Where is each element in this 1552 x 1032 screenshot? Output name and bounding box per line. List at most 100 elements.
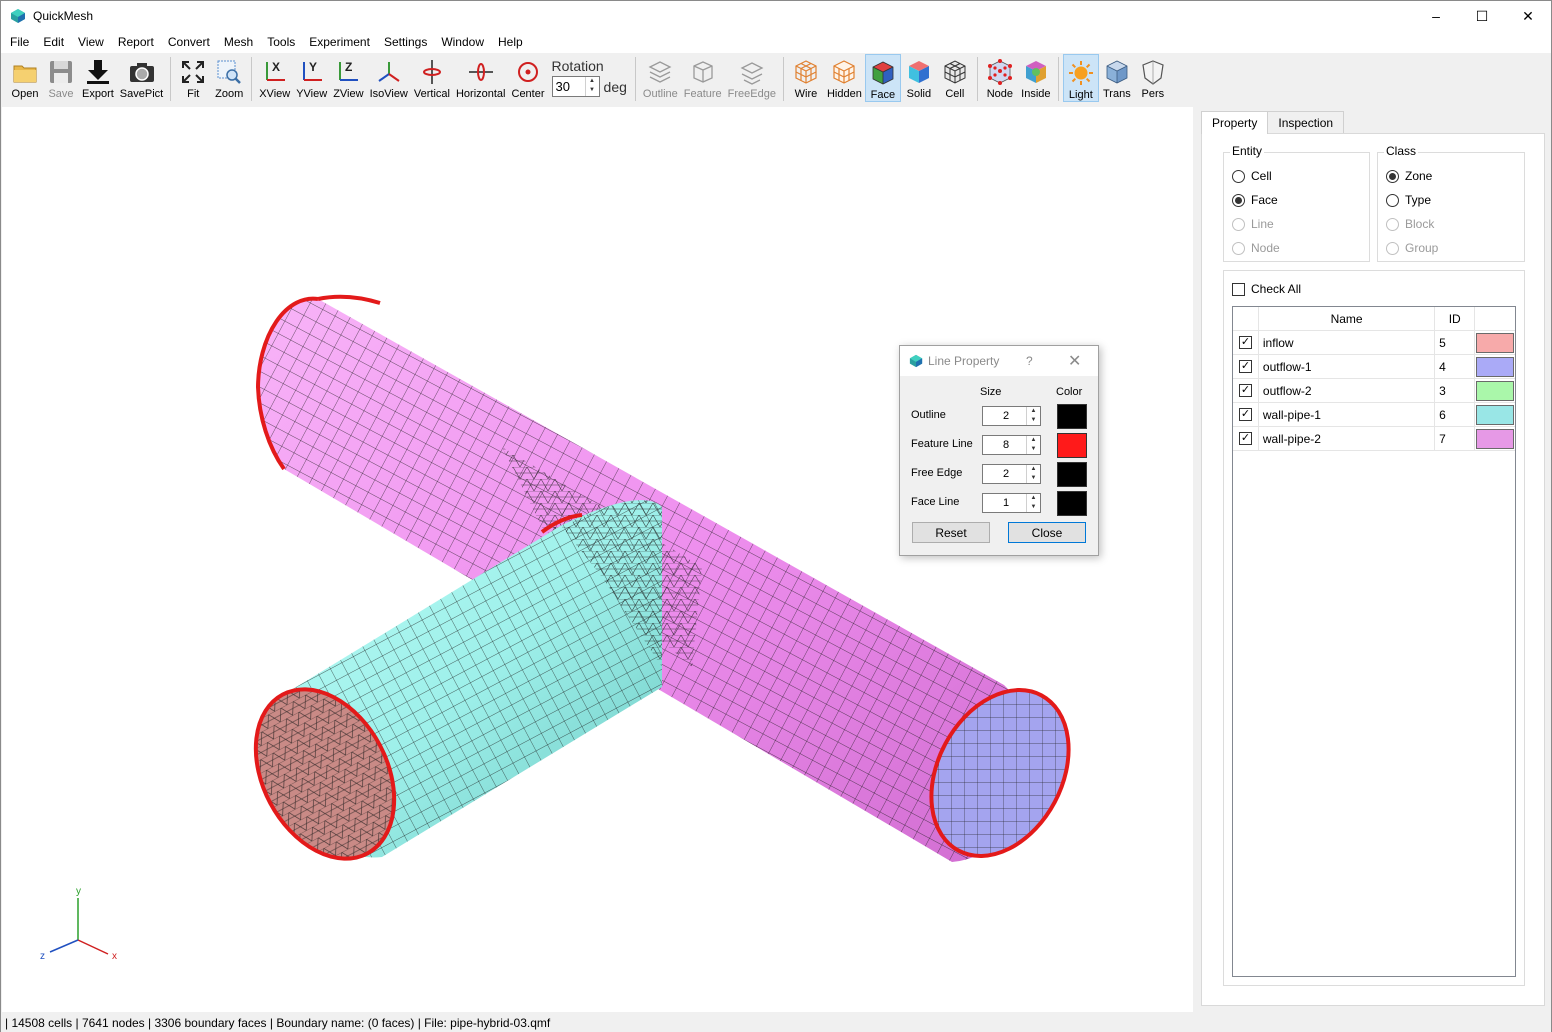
class-type-radio[interactable]: Type [1386, 193, 1431, 207]
zone-color-swatch[interactable] [1476, 429, 1514, 449]
table-row[interactable]: ✓ outflow-2 3 [1233, 379, 1515, 403]
cell-button[interactable]: Cell [937, 54, 973, 102]
spin-down-icon[interactable]: ▼ [1031, 474, 1037, 483]
menu-experiment[interactable]: Experiment [302, 31, 377, 53]
spin-down-icon[interactable]: ▼ [1031, 445, 1037, 454]
menu-mesh[interactable]: Mesh [217, 31, 260, 53]
hidden-button[interactable]: Hidden [824, 54, 865, 102]
checkbox-checked-icon[interactable]: ✓ [1238, 360, 1252, 373]
wire-cube-icon [795, 60, 817, 84]
menu-convert[interactable]: Convert [161, 31, 217, 53]
menu-tools[interactable]: Tools [260, 31, 302, 53]
maximize-button[interactable]: ☐ [1459, 1, 1505, 31]
freeedge-button[interactable]: FreeEdge [725, 54, 779, 102]
open-button[interactable]: Open [7, 54, 43, 102]
menu-window[interactable]: Window [434, 31, 491, 53]
spin-up-icon[interactable]: ▲ [1031, 465, 1037, 474]
entity-face-radio[interactable]: Face [1232, 193, 1278, 207]
wire-button[interactable]: Wire [788, 54, 824, 102]
spin-up-icon[interactable]: ▲ [589, 77, 595, 86]
entity-cell-radio[interactable]: Cell [1232, 169, 1272, 183]
checkbox-checked-icon[interactable]: ✓ [1238, 432, 1252, 445]
minimize-button[interactable]: – [1413, 1, 1459, 31]
menu-file[interactable]: File [3, 31, 36, 53]
center-rotate-icon [518, 62, 539, 82]
checkbox-checked-icon[interactable]: ✓ [1238, 384, 1252, 397]
check-all-checkbox[interactable]: Check All [1232, 282, 1301, 296]
zone-list-group: Check All Name ID ✓ inflow 5 ✓ outflow-1… [1223, 270, 1525, 986]
xview-button[interactable]: X XView [256, 54, 293, 102]
table-row[interactable]: ✓ inflow 5 [1233, 331, 1515, 355]
checkbox-checked-icon[interactable]: ✓ [1238, 336, 1252, 349]
feature-button[interactable]: Feature [681, 54, 725, 102]
spin-up-icon[interactable]: ▲ [1031, 436, 1037, 445]
zone-color-swatch[interactable] [1476, 381, 1514, 401]
menu-view[interactable]: View [71, 31, 111, 53]
outline-layers-icon [648, 61, 672, 83]
trans-button[interactable]: Trans [1099, 54, 1135, 102]
zview-button[interactable]: Z ZView [330, 54, 366, 102]
name-column-header[interactable]: Name [1259, 307, 1436, 330]
pers-button[interactable]: Pers [1135, 54, 1171, 102]
inside-button[interactable]: Inside [1018, 54, 1054, 102]
close-button[interactable]: ✕ [1505, 1, 1551, 31]
entity-line-radio[interactable]: Line [1232, 217, 1274, 231]
free-edge-size-spinbox[interactable]: 2 ▲ ▼ [982, 464, 1041, 484]
class-zone-radio[interactable]: Zone [1386, 169, 1432, 183]
class-block-radio[interactable]: Block [1386, 217, 1434, 231]
feature-line-size-spinbox[interactable]: 8 ▲ ▼ [982, 435, 1041, 455]
face-line-color-swatch[interactable] [1057, 491, 1087, 516]
zoom-button[interactable]: Zoom [211, 54, 247, 102]
3d-viewport[interactable]: y x z [2, 107, 1193, 1012]
tab-inspection[interactable]: Inspection [1267, 111, 1345, 133]
light-button[interactable]: Light [1062, 54, 1099, 102]
radio-icon [1386, 217, 1399, 231]
zone-color-swatch[interactable] [1476, 405, 1514, 425]
menu-report[interactable]: Report [111, 31, 161, 53]
face-button[interactable]: Face [864, 54, 901, 102]
menu-help[interactable]: Help [491, 31, 530, 53]
rotation-value[interactable]: 30 [553, 79, 585, 94]
yview-button[interactable]: Y YView [293, 54, 330, 102]
center-rotate-button[interactable]: Center [509, 54, 548, 102]
feature-line-color-swatch[interactable] [1057, 433, 1087, 458]
savepict-button[interactable]: SavePict [117, 54, 166, 102]
table-row[interactable]: ✓ outflow-1 4 [1233, 355, 1515, 379]
isoview-button[interactable]: IsoView [367, 54, 411, 102]
table-row[interactable]: ✓ wall-pipe-2 7 [1233, 427, 1515, 451]
save-button[interactable]: Save [43, 54, 79, 102]
export-button[interactable]: Export [79, 54, 117, 102]
dialog-close-icon[interactable]: ✕ [1068, 351, 1081, 371]
spin-down-icon[interactable]: ▼ [1031, 503, 1037, 512]
table-row[interactable]: ✓ wall-pipe-1 6 [1233, 403, 1515, 427]
checkbox-checked-icon[interactable]: ✓ [1238, 408, 1252, 421]
spin-up-icon[interactable]: ▲ [1031, 407, 1037, 416]
outline-size-spinbox[interactable]: 2 ▲ ▼ [982, 406, 1041, 426]
vertical-rotate-button[interactable]: Vertical [411, 54, 453, 102]
color-header: Color [1056, 386, 1083, 398]
fit-button[interactable]: Fit [175, 54, 211, 102]
id-column-header[interactable]: ID [1435, 307, 1476, 330]
spin-down-icon[interactable]: ▼ [589, 86, 595, 95]
entity-node-radio[interactable]: Node [1232, 241, 1280, 255]
face-line-size-spinbox[interactable]: 1 ▲ ▼ [982, 493, 1041, 513]
node-button[interactable]: Node [982, 54, 1018, 102]
solid-button[interactable]: Solid [901, 54, 937, 102]
rotation-spinbox[interactable]: 30 ▲ ▼ [551, 76, 600, 97]
menu-edit[interactable]: Edit [36, 31, 71, 53]
help-icon[interactable]: ? [1026, 354, 1033, 368]
menu-settings[interactable]: Settings [377, 31, 434, 53]
zone-color-swatch[interactable] [1476, 357, 1514, 377]
dialog-close-button[interactable]: Close [1008, 522, 1086, 543]
zone-color-swatch[interactable] [1476, 333, 1514, 353]
tab-property[interactable]: Property [1201, 111, 1269, 134]
outline-button[interactable]: Outline [640, 54, 681, 102]
class-group-radio[interactable]: Group [1386, 241, 1438, 255]
free-edge-color-swatch[interactable] [1057, 462, 1087, 487]
outline-color-swatch[interactable] [1057, 404, 1087, 429]
horizontal-rotate-button[interactable]: Horizontal [453, 54, 509, 102]
reset-button[interactable]: Reset [912, 522, 990, 543]
quickmesh-window: QuickMesh – ☐ ✕ File Edit View Report Co… [0, 0, 1552, 1032]
spin-down-icon[interactable]: ▼ [1031, 416, 1037, 425]
spin-up-icon[interactable]: ▲ [1031, 494, 1037, 503]
